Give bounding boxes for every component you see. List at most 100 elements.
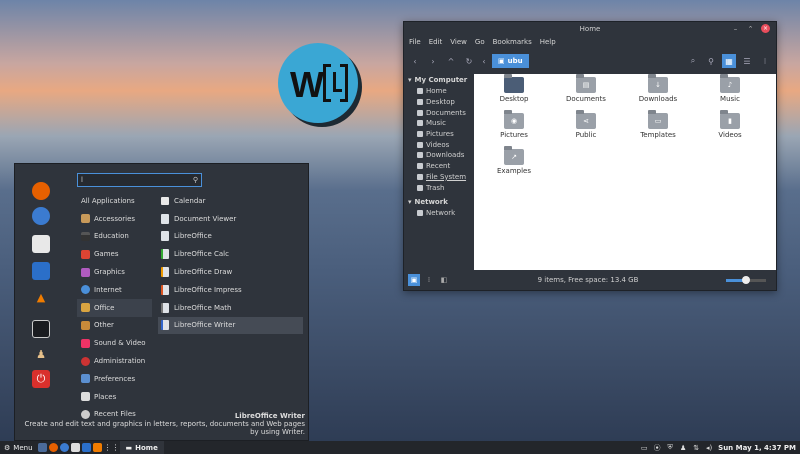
category-places[interactable]: Places: [77, 388, 152, 406]
network-icon[interactable]: ⇅: [692, 444, 700, 452]
sidebar-item-pictures[interactable]: Pictures: [404, 129, 474, 140]
home-icon: ▣: [498, 57, 505, 65]
menu-view[interactable]: View: [450, 38, 467, 46]
sidebar-item-music[interactable]: Music: [404, 118, 474, 129]
tree-toggle-icon[interactable]: ⁞: [423, 274, 435, 286]
files-launcher-icon[interactable]: [70, 443, 80, 452]
app-document-viewer[interactable]: Document Viewer: [158, 210, 303, 228]
power-icon[interactable]: ⏻: [32, 370, 50, 388]
breadcrumb-home[interactable]: ▣ ubu: [492, 54, 529, 68]
menu-help[interactable]: Help: [540, 38, 556, 46]
category-all[interactable]: All Applications: [77, 192, 152, 210]
firefox-icon[interactable]: [32, 182, 50, 200]
maximize-icon[interactable]: ⌃: [746, 24, 755, 33]
breadcrumb-left-icon[interactable]: ‹: [480, 54, 488, 68]
sidebar-item-videos[interactable]: Videos: [404, 139, 474, 150]
app-grid-icon[interactable]: ⋮⋮: [104, 443, 120, 452]
sidebar-item-file-system[interactable]: File System: [404, 172, 474, 183]
up-icon[interactable]: ^: [444, 54, 458, 68]
app-calendar[interactable]: Calendar: [158, 192, 303, 210]
category-graphics[interactable]: Graphics: [77, 263, 152, 281]
menu-bookmarks[interactable]: Bookmarks: [493, 38, 532, 46]
menu-edit[interactable]: Edit: [429, 38, 443, 46]
taskbar-window-home[interactable]: ▬ Home: [119, 441, 164, 454]
sidebar-header-my-computer[interactable]: ▾ My Computer: [404, 74, 474, 86]
sidebar-item-downloads[interactable]: Downloads: [404, 150, 474, 161]
app-libreoffice[interactable]: LibreOffice: [158, 228, 303, 246]
home-icon: [417, 88, 423, 95]
display-icon[interactable]: ▭: [640, 444, 648, 452]
category-office[interactable]: Office: [77, 298, 152, 317]
office-icon: [81, 303, 90, 313]
sidebar-item-network[interactable]: Network: [404, 208, 474, 219]
file-item[interactable]: ▮ Videos: [694, 110, 766, 148]
menu-button[interactable]: ⚙ Menu: [0, 444, 37, 452]
file-item[interactable]: ♪ Music: [694, 74, 766, 112]
app-libreoffice-calc[interactable]: LibreOffice Calc: [158, 245, 303, 263]
clock[interactable]: Sun May 1, 4:37 PM: [718, 444, 796, 452]
sidebar-item-documents[interactable]: Documents: [404, 107, 474, 118]
zoom-knob[interactable]: [742, 275, 750, 284]
forward-icon[interactable]: ›: [426, 54, 440, 68]
file-item[interactable]: Desktop: [478, 74, 550, 112]
category-administration[interactable]: Administration: [77, 352, 152, 370]
title-bar[interactable]: Home – ⌃ ×: [404, 22, 776, 36]
file-view[interactable]: Desktop ▤ Documents ↓ Downloads ♪ Music ◉ Pi…: [474, 74, 776, 272]
file-item[interactable]: ⋖ Public: [550, 110, 622, 148]
sidebar-item-home[interactable]: Home: [404, 86, 474, 97]
file-item[interactable]: ↓ Downloads: [622, 74, 694, 112]
minimize-icon[interactable]: –: [731, 24, 740, 33]
logout-icon[interactable]: ♟: [32, 345, 50, 363]
vlc-launcher-icon[interactable]: [92, 443, 102, 452]
category-other[interactable]: Other: [77, 317, 152, 335]
shield-icon[interactable]: ⛨: [666, 443, 674, 452]
writer-launcher-icon[interactable]: [81, 443, 91, 452]
user-icon[interactable]: ♟: [679, 444, 687, 452]
category-sound-video[interactable]: Sound & Video: [77, 334, 152, 352]
file-item[interactable]: ◉ Pictures: [478, 110, 550, 148]
search-input[interactable]: l ⚲: [77, 173, 202, 187]
sidebar-item-trash[interactable]: Trash: [404, 182, 474, 193]
category-preferences[interactable]: Preferences: [77, 370, 152, 388]
search-icon[interactable]: ⚲: [704, 54, 718, 68]
menu-file[interactable]: File: [409, 38, 421, 46]
volume-icon[interactable]: ◂): [705, 444, 713, 452]
lock-screen-icon[interactable]: [32, 320, 50, 338]
show-desktop-icon[interactable]: [37, 443, 47, 452]
category-games[interactable]: Games: [77, 245, 152, 263]
downloads-folder-icon: ↓: [648, 74, 668, 93]
files-icon[interactable]: [32, 235, 50, 253]
app-libreoffice-impress[interactable]: LibreOffice Impress: [158, 281, 303, 299]
category-education[interactable]: Education: [77, 228, 152, 246]
notifications-icon[interactable]: ⦿: [653, 444, 661, 452]
app-libreoffice-writer[interactable]: LibreOffice Writer: [158, 316, 303, 335]
category-internet[interactable]: Internet: [77, 281, 152, 299]
thunderbird-icon[interactable]: [32, 207, 50, 225]
app-libreoffice-math[interactable]: LibreOffice Math: [158, 299, 303, 317]
file-item[interactable]: ▤ Documents: [550, 74, 622, 112]
sidebar-toggle-icon[interactable]: ◧: [438, 274, 450, 286]
thunderbird-launcher-icon[interactable]: [59, 443, 69, 452]
category-accessories[interactable]: Accessories: [77, 210, 152, 228]
app-libreoffice-draw[interactable]: LibreOffice Draw: [158, 263, 303, 281]
back-icon[interactable]: ‹: [408, 54, 422, 68]
path-toggle-icon[interactable]: ⌕: [686, 54, 700, 68]
menu-go[interactable]: Go: [475, 38, 485, 46]
sidebar-item-recent[interactable]: Recent: [404, 161, 474, 172]
compact-view-icon[interactable]: ⁝: [758, 54, 772, 68]
sidebar-header-network[interactable]: ▾ Network: [404, 196, 474, 208]
file-item[interactable]: ▭ Templates: [622, 110, 694, 148]
writer-icon[interactable]: [32, 262, 50, 280]
vlc-icon[interactable]: ▲: [32, 288, 50, 306]
file-manager-window[interactable]: Home – ⌃ × File Edit View Go Bookmarks H…: [403, 21, 777, 291]
file-item[interactable]: ↗ Examples: [478, 146, 550, 184]
close-icon[interactable]: ×: [761, 24, 770, 33]
icon-view-icon[interactable]: ▦: [722, 54, 736, 68]
places-toggle-icon[interactable]: ▣: [408, 274, 420, 286]
list-view-icon[interactable]: ☰: [740, 54, 754, 68]
firefox-launcher-icon[interactable]: [48, 443, 58, 452]
reload-icon[interactable]: ↻: [462, 54, 476, 68]
sidebar-item-desktop[interactable]: Desktop: [404, 97, 474, 108]
app-list: Calendar Document Viewer LibreOffice Lib…: [158, 192, 303, 335]
zoom-slider[interactable]: [726, 275, 766, 284]
